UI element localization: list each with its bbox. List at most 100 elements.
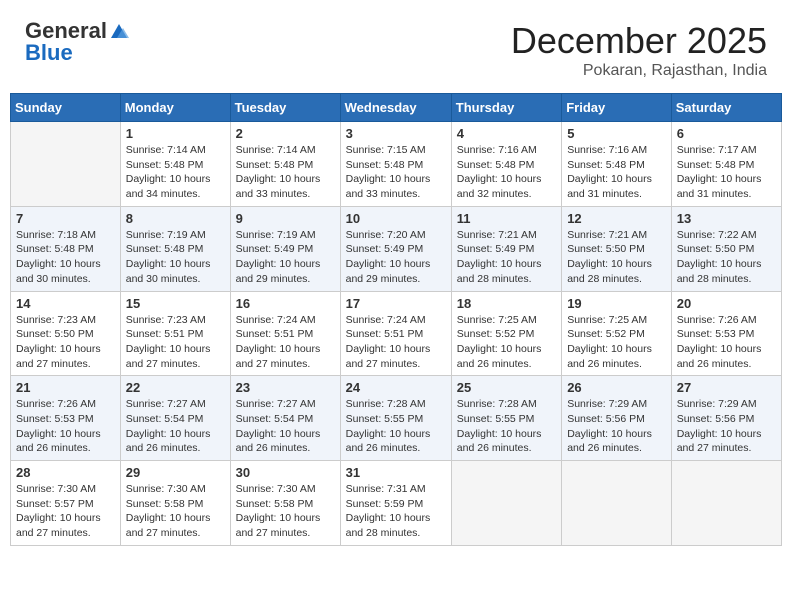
calendar-cell: 7 Sunrise: 7:18 AM Sunset: 5:48 PM Daylig… bbox=[11, 206, 121, 291]
weekday-header-row: SundayMondayTuesdayWednesdayThursdayFrid… bbox=[11, 94, 782, 122]
calendar-title: December 2025 bbox=[511, 20, 767, 62]
day-number: 13 bbox=[677, 211, 776, 226]
day-info: Sunrise: 7:25 AM Sunset: 5:52 PM Dayligh… bbox=[457, 313, 556, 372]
day-number: 2 bbox=[236, 126, 335, 141]
day-number: 24 bbox=[346, 380, 446, 395]
day-info: Sunrise: 7:30 AM Sunset: 5:58 PM Dayligh… bbox=[236, 482, 335, 541]
logo-general: General bbox=[25, 20, 107, 42]
day-info: Sunrise: 7:28 AM Sunset: 5:55 PM Dayligh… bbox=[457, 397, 556, 456]
weekday-header-thursday: Thursday bbox=[451, 94, 561, 122]
calendar-cell: 21 Sunrise: 7:26 AM Sunset: 5:53 PM Dayli… bbox=[11, 376, 121, 461]
weekday-header-wednesday: Wednesday bbox=[340, 94, 451, 122]
weekday-header-monday: Monday bbox=[120, 94, 230, 122]
day-number: 30 bbox=[236, 465, 335, 480]
calendar-cell: 24 Sunrise: 7:28 AM Sunset: 5:55 PM Dayli… bbox=[340, 376, 451, 461]
day-number: 31 bbox=[346, 465, 446, 480]
day-info: Sunrise: 7:24 AM Sunset: 5:51 PM Dayligh… bbox=[346, 313, 446, 372]
day-info: Sunrise: 7:19 AM Sunset: 5:48 PM Dayligh… bbox=[126, 228, 225, 287]
day-info: Sunrise: 7:14 AM Sunset: 5:48 PM Dayligh… bbox=[126, 143, 225, 202]
calendar-cell: 13 Sunrise: 7:22 AM Sunset: 5:50 PM Dayli… bbox=[671, 206, 781, 291]
calendar-cell: 26 Sunrise: 7:29 AM Sunset: 5:56 PM Dayli… bbox=[562, 376, 672, 461]
weekday-header-saturday: Saturday bbox=[671, 94, 781, 122]
day-info: Sunrise: 7:14 AM Sunset: 5:48 PM Dayligh… bbox=[236, 143, 335, 202]
calendar-cell: 12Sunrise: 7:21 AM Sunset: 5:50 PM Dayli… bbox=[562, 206, 672, 291]
day-info: Sunrise: 7:20 AM Sunset: 5:49 PM Dayligh… bbox=[346, 228, 446, 287]
day-info: Sunrise: 7:24 AM Sunset: 5:51 PM Dayligh… bbox=[236, 313, 335, 372]
day-number: 12 bbox=[567, 211, 666, 226]
day-info: Sunrise: 7:26 AM Sunset: 5:53 PM Dayligh… bbox=[16, 397, 115, 456]
calendar-cell: 9Sunrise: 7:19 AM Sunset: 5:49 PM Daylig… bbox=[230, 206, 340, 291]
day-number: 21 bbox=[16, 380, 115, 395]
day-number: 14 bbox=[16, 296, 115, 311]
day-info: Sunrise: 7:22 AM Sunset: 5:50 PM Dayligh… bbox=[677, 228, 776, 287]
day-info: Sunrise: 7:15 AM Sunset: 5:48 PM Dayligh… bbox=[346, 143, 446, 202]
calendar-cell: 22 Sunrise: 7:27 AM Sunset: 5:54 PM Dayli… bbox=[120, 376, 230, 461]
calendar-cell: 28 Sunrise: 7:30 AM Sunset: 5:57 PM Dayli… bbox=[11, 461, 121, 546]
day-info: Sunrise: 7:23 AM Sunset: 5:50 PM Dayligh… bbox=[16, 313, 115, 372]
calendar-cell: 10 Sunrise: 7:20 AM Sunset: 5:49 PM Dayli… bbox=[340, 206, 451, 291]
day-number: 3 bbox=[346, 126, 446, 141]
calendar-cell: 16 Sunrise: 7:24 AM Sunset: 5:51 PM Dayli… bbox=[230, 291, 340, 376]
day-number: 16 bbox=[236, 296, 335, 311]
calendar-cell: 23 Sunrise: 7:27 AM Sunset: 5:54 PM Dayli… bbox=[230, 376, 340, 461]
day-number: 10 bbox=[346, 211, 446, 226]
day-number: 6 bbox=[677, 126, 776, 141]
day-number: 25 bbox=[457, 380, 556, 395]
day-number: 18 bbox=[457, 296, 556, 311]
day-info: Sunrise: 7:31 AM Sunset: 5:59 PM Dayligh… bbox=[346, 482, 446, 541]
day-number: 7 bbox=[16, 211, 115, 226]
calendar-cell: 14 Sunrise: 7:23 AM Sunset: 5:50 PM Dayli… bbox=[11, 291, 121, 376]
day-info: Sunrise: 7:21 AM Sunset: 5:49 PM Dayligh… bbox=[457, 228, 556, 287]
calendar-cell: 27Sunrise: 7:29 AM Sunset: 5:56 PM Dayli… bbox=[671, 376, 781, 461]
day-info: Sunrise: 7:28 AM Sunset: 5:55 PM Dayligh… bbox=[346, 397, 446, 456]
day-number: 8 bbox=[126, 211, 225, 226]
calendar-cell: 3 Sunrise: 7:15 AM Sunset: 5:48 PM Daylig… bbox=[340, 122, 451, 207]
title-block: December 2025 Pokaran, Rajasthan, India bbox=[511, 20, 767, 80]
day-info: Sunrise: 7:30 AM Sunset: 5:57 PM Dayligh… bbox=[16, 482, 115, 541]
day-info: Sunrise: 7:27 AM Sunset: 5:54 PM Dayligh… bbox=[126, 397, 225, 456]
day-info: Sunrise: 7:27 AM Sunset: 5:54 PM Dayligh… bbox=[236, 397, 335, 456]
calendar-cell: 20 Sunrise: 7:26 AM Sunset: 5:53 PM Dayli… bbox=[671, 291, 781, 376]
day-number: 27 bbox=[677, 380, 776, 395]
calendar-cell: 6 Sunrise: 7:17 AM Sunset: 5:48 PM Daylig… bbox=[671, 122, 781, 207]
logo-blue: Blue bbox=[25, 42, 73, 64]
day-info: Sunrise: 7:16 AM Sunset: 5:48 PM Dayligh… bbox=[457, 143, 556, 202]
day-number: 19 bbox=[567, 296, 666, 311]
day-number: 22 bbox=[126, 380, 225, 395]
weekday-header-sunday: Sunday bbox=[11, 94, 121, 122]
day-info: Sunrise: 7:29 AM Sunset: 5:56 PM Dayligh… bbox=[567, 397, 666, 456]
calendar-cell: 11Sunrise: 7:21 AM Sunset: 5:49 PM Dayli… bbox=[451, 206, 561, 291]
calendar-table: SundayMondayTuesdayWednesdayThursdayFrid… bbox=[10, 93, 782, 546]
calendar-cell: 4 Sunrise: 7:16 AM Sunset: 5:48 PM Daylig… bbox=[451, 122, 561, 207]
day-info: Sunrise: 7:19 AM Sunset: 5:49 PM Dayligh… bbox=[236, 228, 335, 287]
calendar-cell: 8 Sunrise: 7:19 AM Sunset: 5:48 PM Daylig… bbox=[120, 206, 230, 291]
day-number: 23 bbox=[236, 380, 335, 395]
day-number: 17 bbox=[346, 296, 446, 311]
calendar-week-3: 14 Sunrise: 7:23 AM Sunset: 5:50 PM Dayli… bbox=[11, 291, 782, 376]
calendar-cell: 15Sunrise: 7:23 AM Sunset: 5:51 PM Dayli… bbox=[120, 291, 230, 376]
calendar-week-1: 1 Sunrise: 7:14 AM Sunset: 5:48 PM Daylig… bbox=[11, 122, 782, 207]
day-info: Sunrise: 7:25 AM Sunset: 5:52 PM Dayligh… bbox=[567, 313, 666, 372]
calendar-cell bbox=[11, 122, 121, 207]
calendar-cell: 29Sunrise: 7:30 AM Sunset: 5:58 PM Dayli… bbox=[120, 461, 230, 546]
day-info: Sunrise: 7:18 AM Sunset: 5:48 PM Dayligh… bbox=[16, 228, 115, 287]
day-number: 4 bbox=[457, 126, 556, 141]
day-info: Sunrise: 7:17 AM Sunset: 5:48 PM Dayligh… bbox=[677, 143, 776, 202]
logo: General Blue bbox=[25, 20, 129, 64]
calendar-cell: 18 Sunrise: 7:25 AM Sunset: 5:52 PM Dayli… bbox=[451, 291, 561, 376]
day-number: 5 bbox=[567, 126, 666, 141]
logo-icon bbox=[109, 24, 129, 38]
calendar-cell: 1 Sunrise: 7:14 AM Sunset: 5:48 PM Daylig… bbox=[120, 122, 230, 207]
day-number: 1 bbox=[126, 126, 225, 141]
calendar-week-4: 21 Sunrise: 7:26 AM Sunset: 5:53 PM Dayli… bbox=[11, 376, 782, 461]
calendar-cell: 25 Sunrise: 7:28 AM Sunset: 5:55 PM Dayli… bbox=[451, 376, 561, 461]
day-info: Sunrise: 7:16 AM Sunset: 5:48 PM Dayligh… bbox=[567, 143, 666, 202]
day-number: 28 bbox=[16, 465, 115, 480]
calendar-cell bbox=[451, 461, 561, 546]
day-info: Sunrise: 7:26 AM Sunset: 5:53 PM Dayligh… bbox=[677, 313, 776, 372]
day-number: 20 bbox=[677, 296, 776, 311]
calendar-cell: 19 Sunrise: 7:25 AM Sunset: 5:52 PM Dayli… bbox=[562, 291, 672, 376]
day-info: Sunrise: 7:30 AM Sunset: 5:58 PM Dayligh… bbox=[126, 482, 225, 541]
day-number: 26 bbox=[567, 380, 666, 395]
weekday-header-tuesday: Tuesday bbox=[230, 94, 340, 122]
